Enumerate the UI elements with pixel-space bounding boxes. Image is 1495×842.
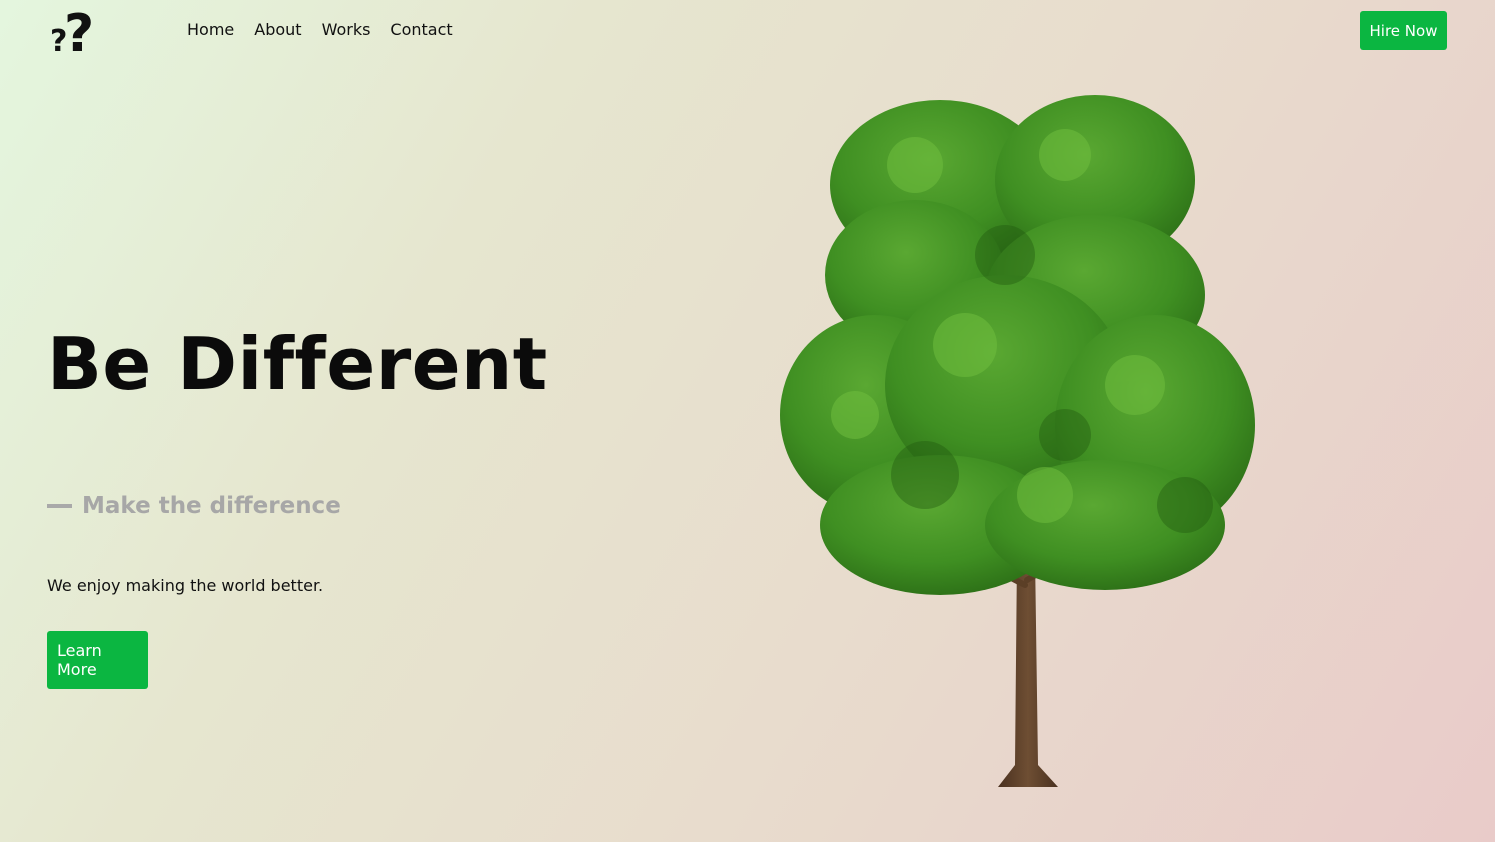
svg-text:?: ?	[64, 6, 94, 58]
subtitle-row: Make the difference	[47, 493, 341, 519]
question-marks-logo-icon[interactable]: ? ?	[50, 6, 98, 58]
hero-subtitle: Make the difference	[82, 493, 341, 519]
main-nav: Home About Works Contact	[187, 20, 453, 39]
subtitle-dash	[47, 504, 72, 508]
nav-link-works[interactable]: Works	[322, 20, 371, 39]
tree-illustration	[780, 95, 1255, 787]
hire-now-button[interactable]: Hire Now	[1360, 11, 1447, 50]
hero-title: Be Different	[47, 322, 548, 406]
nav-link-home[interactable]: Home	[187, 20, 234, 39]
site-header: ? ? Home About Works Contact Hire Now	[0, 0, 1495, 62]
nav-link-about[interactable]: About	[254, 20, 301, 39]
hero-description: We enjoy making the world better.	[47, 576, 324, 595]
tree-trunk	[998, 555, 1058, 787]
nav-link-contact[interactable]: Contact	[390, 20, 452, 39]
learn-more-button[interactable]: Learn More	[47, 631, 148, 689]
